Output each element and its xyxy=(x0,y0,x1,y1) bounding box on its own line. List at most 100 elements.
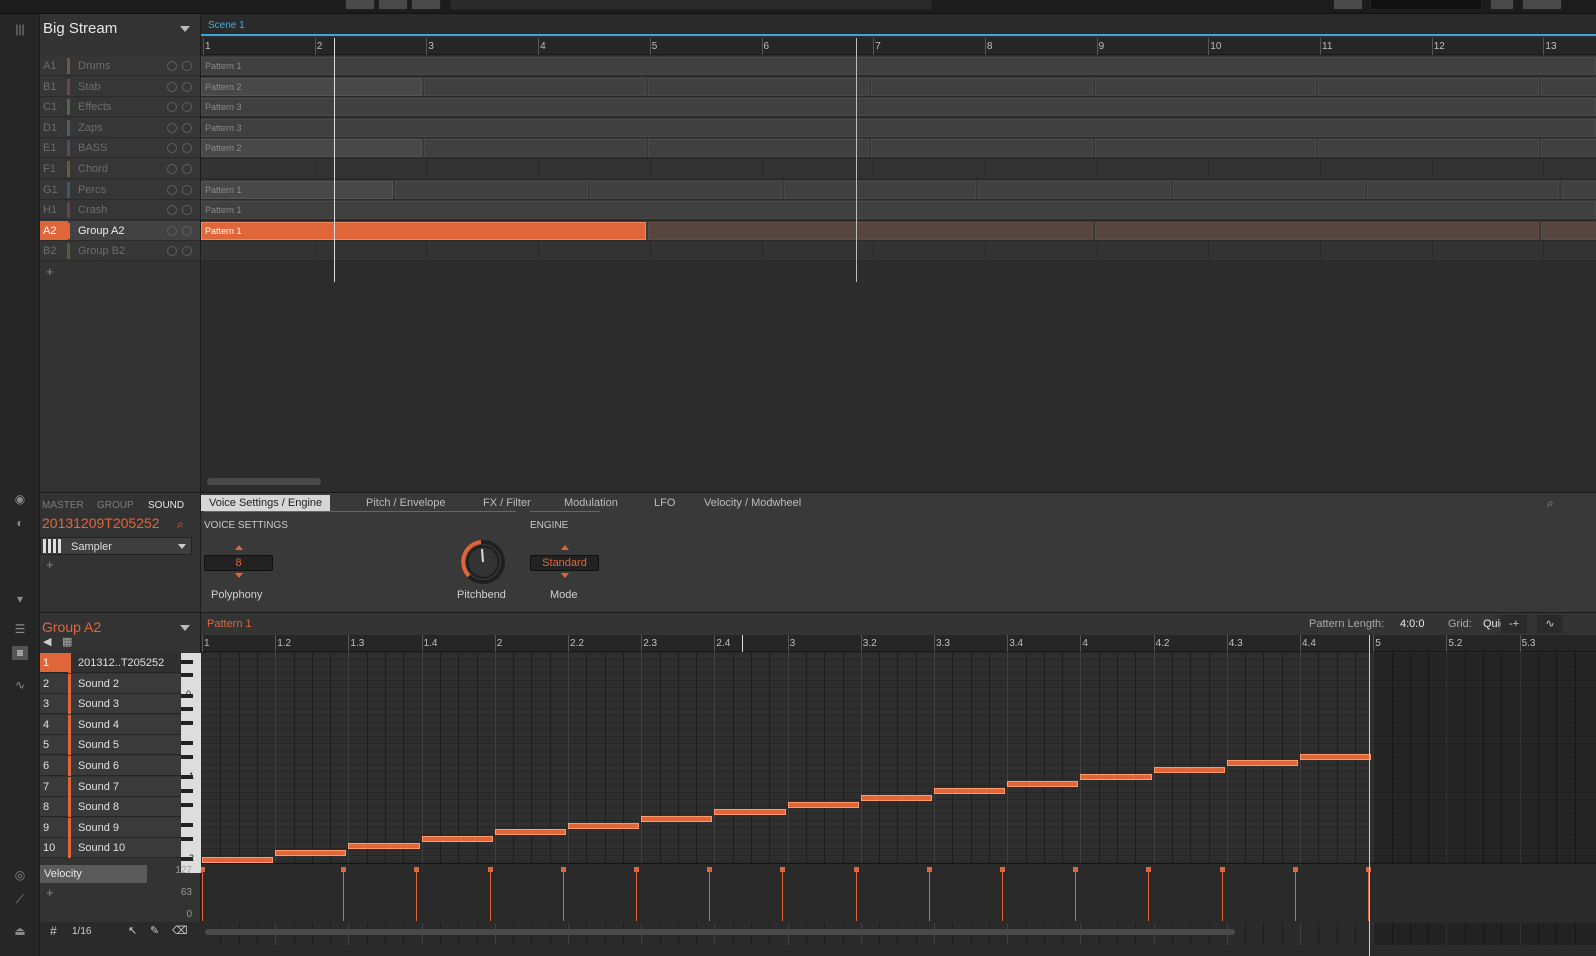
midi-note[interactable] xyxy=(1080,774,1152,781)
group-row[interactable]: C1 Effects xyxy=(40,97,200,118)
rewind-button[interactable] xyxy=(345,0,375,10)
black-key[interactable] xyxy=(181,823,193,827)
mute-icon[interactable] xyxy=(167,184,177,195)
tab-master[interactable]: MASTER xyxy=(42,500,84,511)
black-key[interactable] xyxy=(181,802,193,807)
pattern-name[interactable]: Pattern 1 xyxy=(207,618,252,630)
pattern-clip-repeat[interactable] xyxy=(424,77,646,96)
grid-toggle-icon[interactable]: # xyxy=(50,924,57,938)
velocity-bar[interactable] xyxy=(1148,869,1150,921)
mute-icon[interactable] xyxy=(167,205,177,216)
tab-velocity-modwheel[interactable]: Velocity / Modwheel xyxy=(696,495,809,511)
play-button[interactable] xyxy=(378,0,408,10)
group-row[interactable]: D1 Zaps xyxy=(40,117,200,138)
follow-icon[interactable]: -+ xyxy=(1501,615,1527,633)
master-icon[interactable]: ◉ xyxy=(12,492,28,506)
scene-label[interactable]: Scene 1 xyxy=(208,20,245,31)
midi-note[interactable] xyxy=(641,815,713,822)
sound-row[interactable]: 2 Sound 2 xyxy=(40,673,181,694)
arranger-lane[interactable]: Pattern 2 xyxy=(201,76,1596,97)
velocity-bar[interactable] xyxy=(343,869,345,921)
velocity-handle[interactable] xyxy=(1219,867,1225,872)
velocity-bar[interactable] xyxy=(416,869,418,921)
sound-row[interactable]: 1 201312..T205252 xyxy=(40,653,181,673)
pattern-clip-repeat[interactable] xyxy=(978,180,1171,199)
pattern-clip-repeat[interactable] xyxy=(1318,139,1540,158)
pattern-clip-repeat[interactable] xyxy=(647,77,870,96)
arranger-lane[interactable]: Pattern 1 xyxy=(201,56,1596,76)
mute-icon[interactable] xyxy=(167,122,177,133)
sound-row[interactable]: 4 Sound 4 xyxy=(40,714,181,735)
tab-pitch-envelope[interactable]: Pitch / Envelope xyxy=(358,495,454,511)
pattern-clip[interactable]: Pattern 1 xyxy=(201,180,394,199)
pattern-clip-repeat[interactable] xyxy=(1094,139,1316,158)
chevron-down-icon[interactable] xyxy=(180,26,190,32)
pattern-clip[interactable]: Pattern 3 xyxy=(201,118,1596,137)
pattern-clip[interactable]: Pattern 3 xyxy=(201,98,1596,117)
pattern-clip-repeat[interactable] xyxy=(784,180,977,199)
pattern-clip-repeat[interactable] xyxy=(1541,221,1596,240)
pattern-clip-repeat[interactable] xyxy=(1367,180,1560,199)
plugin-slot[interactable]: Sampler xyxy=(40,537,192,555)
velocity-bar[interactable] xyxy=(1294,869,1296,921)
velocity-handle[interactable] xyxy=(634,867,639,872)
midi-note[interactable] xyxy=(494,829,566,836)
solo-icon[interactable] xyxy=(182,61,192,71)
mini-keyboard[interactable] xyxy=(181,653,201,873)
group-row[interactable]: B1 Stab xyxy=(40,76,200,97)
black-key[interactable] xyxy=(181,741,193,746)
solo-icon[interactable] xyxy=(182,81,192,92)
view-toggle-icon[interactable] xyxy=(1522,0,1562,10)
pattern-clip-repeat[interactable] xyxy=(871,139,1093,158)
pattern-clip-repeat[interactable] xyxy=(1541,139,1596,158)
velocity-handle[interactable] xyxy=(1000,867,1005,872)
automation-icon[interactable]: ⟋ xyxy=(12,892,28,906)
group-row[interactable]: H1 Crash xyxy=(40,200,200,221)
tab-lfo[interactable]: LFO xyxy=(646,495,683,511)
chevron-down-icon[interactable] xyxy=(178,544,186,549)
velocity-bar[interactable] xyxy=(636,869,637,921)
mute-icon[interactable] xyxy=(167,225,177,236)
velocity-lane[interactable] xyxy=(201,863,1596,923)
add-lane-button[interactable]: + xyxy=(46,885,54,900)
pattern-end-marker[interactable] xyxy=(1369,635,1370,956)
pattern-clip-repeat[interactable] xyxy=(1318,77,1540,96)
add-plugin-button[interactable]: + xyxy=(46,557,54,572)
black-key[interactable] xyxy=(181,721,193,725)
midi-note[interactable] xyxy=(421,836,493,843)
pattern-list-icon[interactable]: ☰ xyxy=(12,622,28,636)
solo-icon[interactable] xyxy=(182,225,192,236)
black-key[interactable] xyxy=(181,755,193,759)
increment-icon[interactable] xyxy=(561,545,569,550)
arranger-lane[interactable]: Pattern 1 xyxy=(201,200,1596,221)
arranger-lane[interactable] xyxy=(201,159,1596,179)
midi-note[interactable] xyxy=(348,843,420,850)
mode-value[interactable]: Standard xyxy=(530,555,599,571)
pattern-clip[interactable]: Pattern 2 xyxy=(201,77,423,96)
arranger-lane[interactable] xyxy=(201,241,1596,262)
midi-note[interactable] xyxy=(1300,753,1372,760)
modulation-icon[interactable]: ◎ xyxy=(12,868,28,882)
keyboard-icon[interactable] xyxy=(1333,0,1363,10)
midi-note[interactable] xyxy=(568,822,640,829)
velocity-selector[interactable]: Velocity xyxy=(40,865,147,883)
settings-icon[interactable] xyxy=(1490,0,1514,10)
waveform-icon[interactable]: ∿ xyxy=(12,678,28,692)
tab-group[interactable]: GROUP xyxy=(97,500,134,511)
search-icon[interactable]: ⌕ xyxy=(1547,496,1554,511)
group-row[interactable]: E1 BASS xyxy=(40,138,200,159)
sound-row[interactable]: 5 Sound 5 xyxy=(40,735,181,756)
sound-row[interactable]: 7 Sound 7 xyxy=(40,776,181,797)
add-group-button[interactable]: + xyxy=(46,264,54,279)
arranger-lane[interactable]: Pattern 1 xyxy=(201,220,1596,241)
velocity-bar[interactable] xyxy=(562,869,564,921)
sound-row[interactable]: 10 Sound 10 xyxy=(40,838,181,859)
pattern-clip-repeat[interactable] xyxy=(647,221,1093,240)
speaker-icon[interactable]: ◀ xyxy=(43,635,51,648)
velocity-bar[interactable] xyxy=(489,869,491,921)
solo-icon[interactable] xyxy=(182,143,192,154)
mute-icon[interactable] xyxy=(167,164,177,174)
eject-icon[interactable]: ⏏ xyxy=(12,924,28,938)
solo-icon[interactable] xyxy=(182,122,192,133)
velocity-handle[interactable] xyxy=(201,867,205,872)
